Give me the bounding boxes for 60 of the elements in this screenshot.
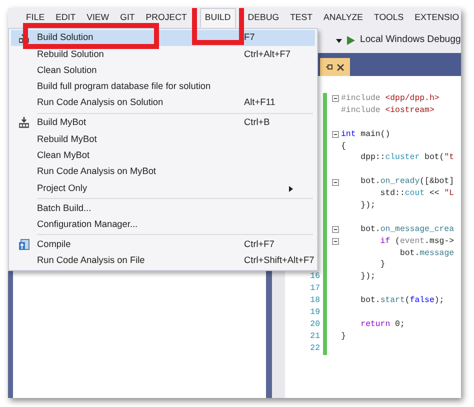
- fold-icon[interactable]: [332, 226, 339, 234]
- menu-item[interactable]: Clean MyBot: [11, 148, 315, 164]
- menu-item[interactable]: Run Code Analysis on Solution Alt+F11: [11, 95, 315, 112]
- code-line: });: [360, 200, 376, 212]
- menu-item[interactable]: TEST: [285, 8, 318, 28]
- debugger-label[interactable]: Local Windows Debugg: [360, 33, 461, 48]
- fold-icon[interactable]: [332, 178, 339, 186]
- menu-item[interactable]: FILE: [21, 8, 50, 28]
- code-line: #include <dpp/dpp.h>: [341, 93, 440, 105]
- line-number: 22: [309, 342, 321, 355]
- fold-icon[interactable]: [332, 238, 339, 246]
- menu-item[interactable]: TOOLS: [368, 8, 409, 28]
- line-number: 20: [309, 318, 321, 331]
- menu-item[interactable]: Configuration Manager...: [11, 216, 315, 233]
- menu-item[interactable]: Build MyBot Ctrl+B: [11, 115, 315, 132]
- menu-item[interactable]: EXTENSIO: [410, 8, 461, 28]
- code-line: bot.on_message_crea: [360, 224, 454, 236]
- code-line: }: [341, 330, 346, 343]
- line-number: 21: [309, 330, 321, 343]
- compile-icon: [18, 238, 30, 251]
- menu-item[interactable]: VIEW: [82, 8, 114, 28]
- code-line: bot.start(false);: [360, 295, 444, 308]
- menu-item[interactable]: DEBUG: [242, 8, 284, 28]
- menu-item[interactable]: Run Code Analysis on File Ctrl+Shift+Alt+F7: [11, 252, 315, 270]
- build-icon: [18, 117, 30, 130]
- line-number: 16: [309, 271, 321, 284]
- line-number: 18: [309, 295, 321, 308]
- code-line: int main(): [341, 128, 390, 141]
- menu-item[interactable]: BUILD: [200, 8, 236, 28]
- close-icon[interactable]: [337, 64, 344, 70]
- code-line: return 0;: [360, 318, 405, 331]
- menu-item[interactable]: Rebuild Solution Ctrl+Alt+F7: [11, 46, 315, 63]
- menu-item[interactable]: GIT: [115, 8, 140, 28]
- line-number: 17: [309, 283, 321, 296]
- menu-item[interactable]: ANALYZE: [318, 8, 368, 28]
- code-line: }: [379, 259, 386, 272]
- code-line: std::cout << "L: [379, 188, 454, 200]
- document-tab[interactable]: [320, 58, 350, 76]
- code-line: {: [341, 140, 346, 152]
- menu-item[interactable]: Batch Build...: [11, 200, 315, 217]
- fold-icon[interactable]: [332, 95, 339, 102]
- menu-item[interactable]: EDIT: [50, 8, 81, 28]
- code-line: bot.message: [398, 248, 454, 260]
- menu-item[interactable]: Rebuild MyBot: [11, 131, 315, 148]
- menu-item[interactable]: Run Code Analysis on MyBot: [11, 164, 315, 180]
- code-line: bot.on_ready([&bot]: [360, 176, 454, 188]
- fold-icon[interactable]: [332, 131, 339, 138]
- line-number: 19: [309, 307, 321, 319]
- dropdown-caret-icon[interactable]: [336, 38, 342, 42]
- menu-item[interactable]: Clean Solution: [11, 62, 315, 79]
- code-line: if (event.msg->: [379, 236, 454, 248]
- code-line: dpp::cluster bot("t: [360, 152, 454, 164]
- play-icon[interactable]: [347, 36, 355, 45]
- code-line: #include <iostream>: [341, 104, 434, 117]
- menu-item[interactable]: Project Only: [11, 180, 315, 197]
- menu-item[interactable]: PROJECT: [140, 8, 192, 28]
- menu-item[interactable]: Compile Ctrl+F7: [11, 236, 315, 253]
- menu-item[interactable]: Build full program database file for solution: [11, 78, 315, 96]
- pin-icon[interactable]: [326, 64, 333, 70]
- code-line: });: [360, 271, 376, 284]
